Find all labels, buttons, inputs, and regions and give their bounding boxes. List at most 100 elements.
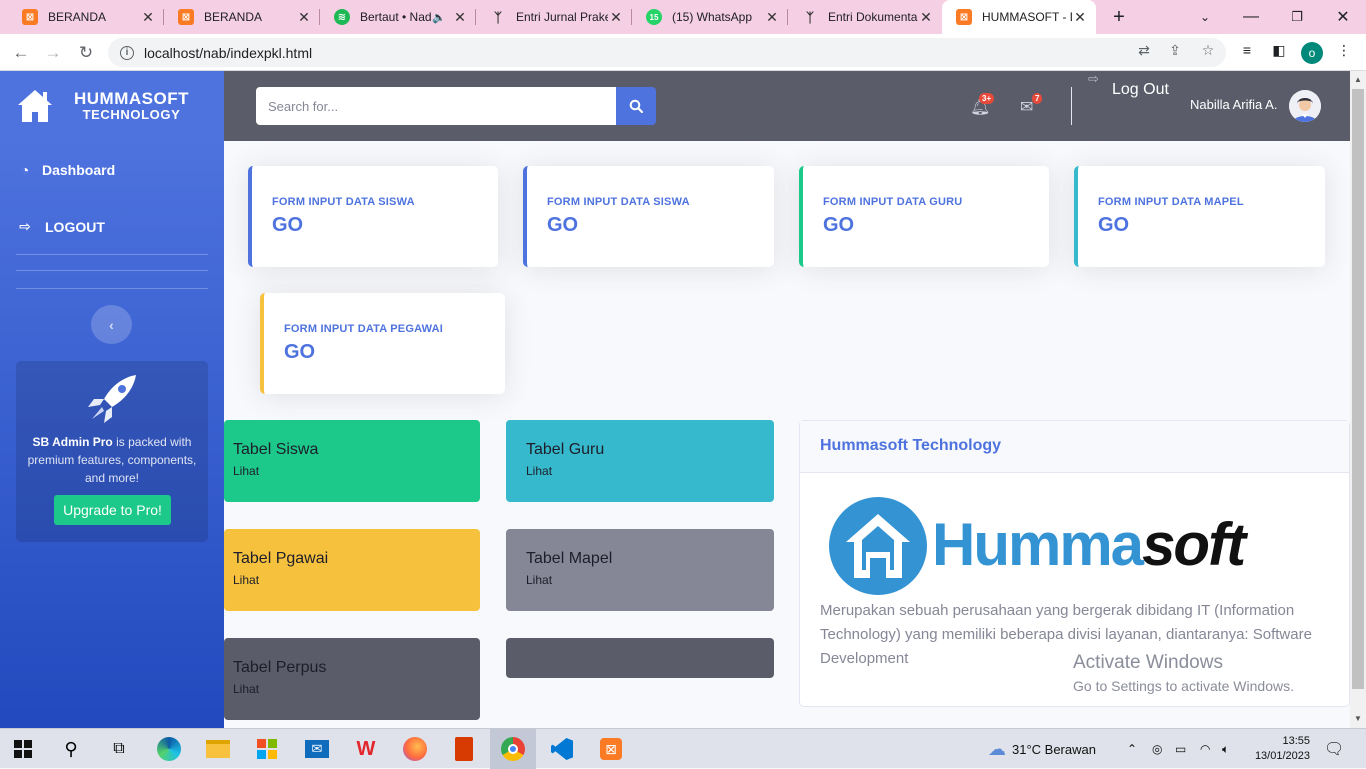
tile-view-link[interactable]: Lihat [233,682,259,696]
tile-tabel-mapel[interactable]: Tabel Mapel Lihat [506,529,774,611]
logout-link[interactable]: Log Out [1112,81,1169,99]
search-icon[interactable]: ⚲ [48,729,94,769]
sidebar-item-dashboard[interactable]: ◔ Dashboard [16,162,115,178]
battery-icon[interactable]: ▭ [1175,729,1186,769]
xampp-icon: ⊠ [178,9,194,25]
tile-view-link[interactable]: Lihat [233,464,259,478]
search-button[interactable] [616,87,656,125]
browser-tab[interactable]: ≋ Bertaut • Nad 🔈 ✕ [320,0,476,34]
upgrade-button[interactable]: Upgrade to Pro! [54,495,171,525]
tile-empty[interactable] [506,638,774,678]
tab-search-chevron-icon[interactable]: ⌄ [1190,0,1220,34]
close-icon[interactable]: ✕ [452,9,468,26]
close-icon[interactable]: ✕ [296,9,312,26]
close-icon[interactable]: ✕ [608,9,624,26]
promo-product-name: SB Admin Pro [32,435,113,449]
wifi-icon[interactable]: ◠ [1200,729,1210,769]
form-card-siswa-2[interactable]: FORM INPUT DATA SISWA GO [523,166,774,267]
tile-tabel-siswa[interactable]: Tabel Siswa Lihat [224,420,480,502]
form-card-guru[interactable]: FORM INPUT DATA GURU GO [799,166,1049,267]
tile-view-link[interactable]: Lihat [526,464,552,478]
firefox-icon[interactable] [392,729,438,769]
browser-tab[interactable]: ⊠ BERANDA ✕ [8,0,164,34]
tile-tabel-pegawai[interactable]: Tabel Pgawai Lihat [224,529,480,611]
show-hidden-icons-chevron-icon[interactable]: ⌃ [1127,729,1137,769]
task-view-icon[interactable]: ⧉ [96,729,142,769]
clock[interactable]: 13:55 13/01/2023 [1254,729,1310,769]
chrome-icon[interactable] [490,729,536,769]
profile-avatar[interactable]: o [1301,42,1323,64]
browser-menu-icon[interactable]: ⋮ [1332,38,1356,62]
scrollbar-thumb[interactable] [1352,89,1364,689]
avatar[interactable] [1289,90,1321,122]
tile-tabel-guru[interactable]: Tabel Guru Lihat [506,420,774,502]
form-card-siswa[interactable]: FORM INPUT DATA SISWA GO [248,166,498,267]
scroll-down-icon[interactable]: ▼ [1354,714,1362,723]
tab-label: BERANDA [204,10,263,24]
tile-tabel-perpus[interactable]: Tabel Perpus Lihat [224,638,480,720]
sidebar-toggle-button[interactable]: ‹ [91,305,132,344]
restore-icon[interactable]: ❐ [1282,0,1312,34]
weather-widget[interactable]: ☁ 31°C Berawan [988,729,1096,769]
form-card-pegawai[interactable]: FORM INPUT DATA PEGAWAI GO [260,293,505,394]
close-icon[interactable]: ✕ [918,9,934,26]
card-go-link[interactable]: GO [823,214,854,237]
forward-icon[interactable]: → [40,40,66,66]
side-panel-icon[interactable]: ◧ [1267,38,1291,62]
wps-office-icon[interactable]: W [343,729,389,769]
alerts-dropdown[interactable]: 🔔︎ 3+ [970,93,995,117]
browser-tab[interactable]: ᛉ Entri Dokumenta ✕ [788,0,942,34]
search-input[interactable]: Search for... [256,87,616,125]
new-tab-icon[interactable]: + [1104,0,1134,34]
minimize-icon[interactable]: — [1236,0,1266,34]
tab-label: Entri Dokumenta [828,10,918,24]
browser-tab-active[interactable]: ⊠ HUMMASOFT - D ✕ [942,0,1096,34]
xampp-icon[interactable]: ⊠ [588,729,634,769]
tab-label: Entri Jurnal Prake [516,10,608,24]
messages-badge: 7 [1032,93,1043,104]
browser-tab[interactable]: ⊠ BERANDA ✕ [164,0,320,34]
user-name[interactable]: Nabilla Arifia A. [1190,97,1277,112]
back-icon[interactable]: ← [8,40,34,66]
site-info-icon[interactable]: i [120,45,134,60]
form-card-mapel[interactable]: FORM INPUT DATA MAPEL GO [1074,166,1325,267]
close-icon[interactable]: ✕ [140,9,156,26]
reload-icon[interactable]: ↻ [73,40,99,66]
store-icon[interactable] [244,729,290,769]
card-go-link[interactable]: GO [284,341,315,364]
tile-view-link[interactable]: Lihat [233,573,259,587]
browser-tab[interactable]: 15 (15) WhatsApp ✕ [632,0,788,34]
mail-icon[interactable]: ✉ [294,729,340,769]
speaker-icon[interactable]: 🔈 [432,11,446,24]
close-icon[interactable]: ✕ [1072,9,1088,26]
browser-toolbar: ← → ↻ i localhost/nab/indexpkl.html ⇄ ⇪ … [0,34,1366,71]
bookmark-star-icon[interactable]: ☆ [1196,38,1220,62]
notification-icon[interactable]: 🗨︎ [1324,729,1344,769]
vscode-icon[interactable] [539,729,585,769]
card-go-link[interactable]: GO [1098,214,1129,237]
window-close-icon[interactable]: ✕ [1328,0,1358,34]
volume-icon[interactable]: 🔈︎ [1222,729,1229,769]
tachometer-icon: ◔ [20,162,30,178]
media-control-icon[interactable]: ≡ [1235,38,1259,62]
close-icon[interactable]: ✕ [764,9,780,26]
scroll-up-icon[interactable]: ▲ [1354,75,1362,84]
card-title: FORM INPUT DATA GURU [823,196,963,208]
share-icon[interactable]: ⇪ [1163,38,1187,62]
browser-tab[interactable]: ᛉ Entri Jurnal Prake ✕ [476,0,632,34]
sidebar-item-logout[interactable]: ⇨ LOGOUT [16,218,105,235]
url-text[interactable]: localhost/nab/indexpkl.html [144,45,312,61]
location-icon[interactable]: ◎ [1152,729,1162,769]
edge-icon[interactable] [146,729,192,769]
messages-dropdown[interactable]: ✉ 7 [1020,93,1043,117]
office-icon[interactable] [441,729,487,769]
address-bar[interactable]: i localhost/nab/indexpkl.html [108,38,1226,67]
windows-start-icon[interactable] [0,729,46,769]
tile-view-link[interactable]: Lihat [526,573,552,587]
file-explorer-icon[interactable] [195,729,241,769]
card-go-link[interactable]: GO [272,214,303,237]
page-scrollbar[interactable]: ▲ ▼ [1350,71,1366,728]
card-go-link[interactable]: GO [547,214,578,237]
sidebar-brand[interactable]: HUMMASOFT TECHNOLOGY [0,71,224,141]
translate-icon[interactable]: ⇄ [1132,38,1156,62]
